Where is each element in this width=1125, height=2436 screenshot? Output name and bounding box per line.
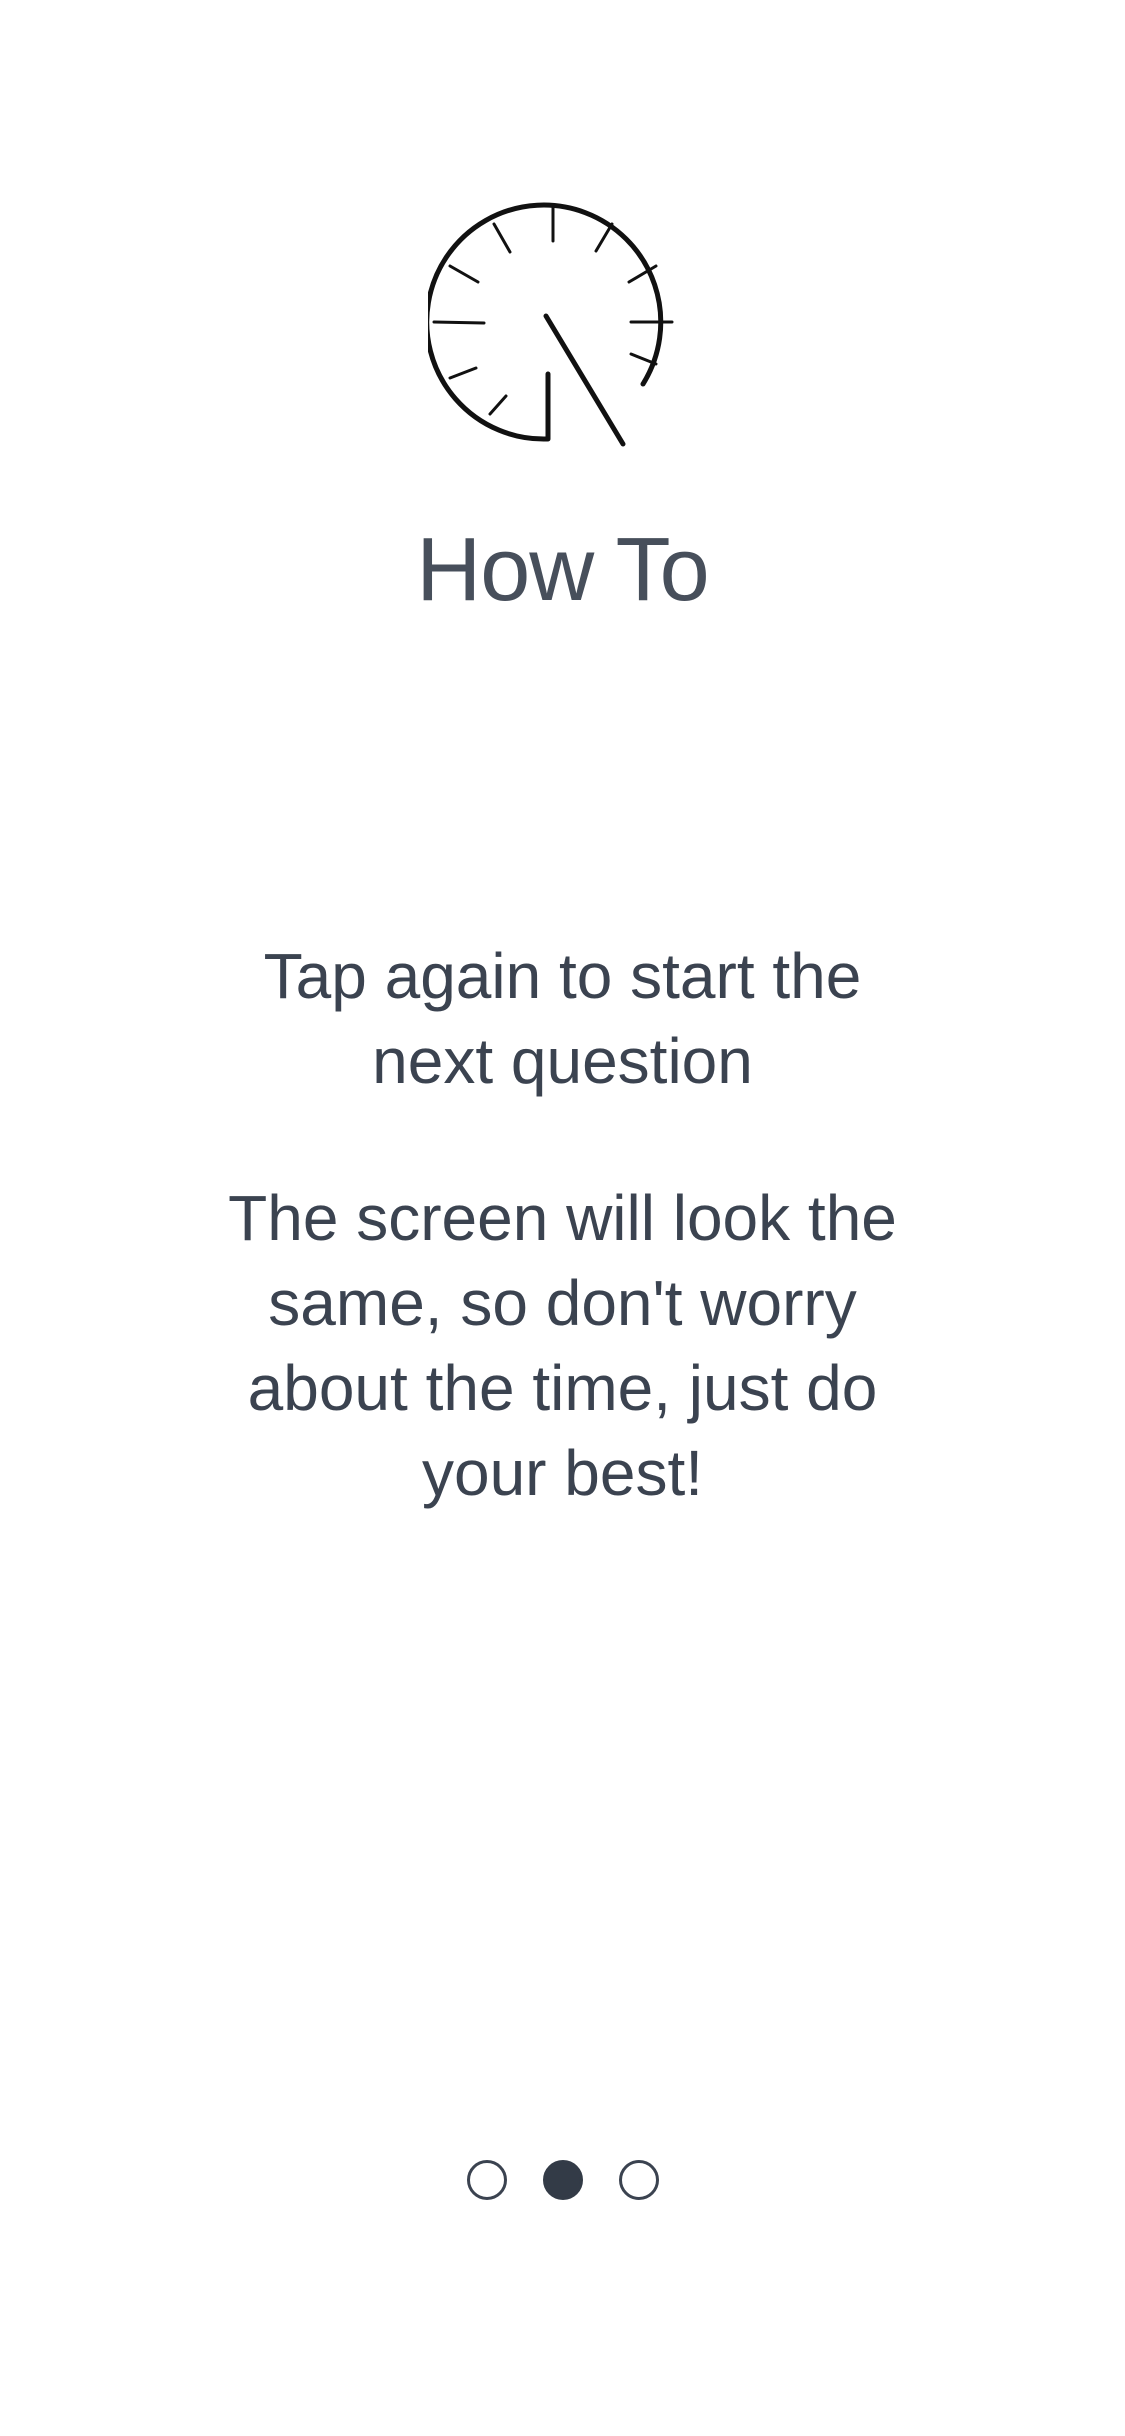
stopwatch-icon xyxy=(424,196,678,456)
instruction-text-2: The screen will look the same, so don't … xyxy=(228,1182,897,1509)
page-indicator xyxy=(0,2160,1125,2200)
how-to-screen: How To Tap again to start the next quest… xyxy=(0,0,1125,2436)
page-title: How To xyxy=(416,520,709,620)
page-dot-2-active[interactable] xyxy=(542,2160,583,2200)
page-dot-3[interactable] xyxy=(618,2160,659,2200)
instruction-text-1: Tap again to start the next question xyxy=(263,940,862,1097)
page-dot-1[interactable] xyxy=(466,2160,507,2200)
